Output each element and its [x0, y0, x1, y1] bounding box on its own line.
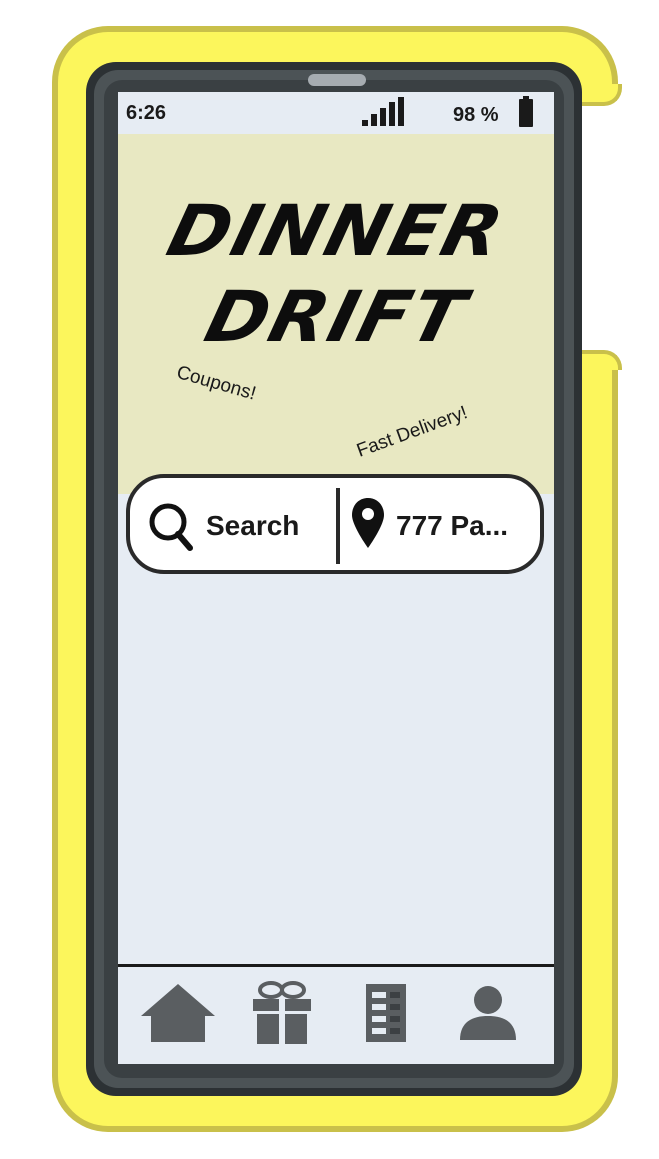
nav-orders-button[interactable]: [346, 979, 426, 1047]
location-pin-icon[interactable]: [350, 496, 386, 550]
signal-icon: [362, 97, 404, 126]
app-screen: 6:26 98 % DINNER DRIFT Coupons! Fast Del…: [118, 92, 554, 1064]
gift-icon: [253, 981, 311, 1044]
search-input[interactable]: Search: [206, 510, 299, 542]
home-icon: [141, 984, 215, 1042]
status-time: 6:26: [126, 102, 167, 124]
side-button-cutout: [574, 96, 659, 358]
phone-mockup: 6:26 98 % DINNER DRIFT Coupons! Fast Del…: [0, 0, 659, 1159]
nav-gifts-button[interactable]: [242, 979, 322, 1047]
nav-home-button[interactable]: [138, 979, 218, 1047]
status-bar: 6:26 98 %: [118, 92, 554, 134]
battery-percent: 98 %: [453, 104, 499, 126]
battery-icon: [519, 96, 533, 127]
brand-logo-line-2: DRIFT: [197, 276, 475, 358]
nav-profile-button[interactable]: [448, 979, 528, 1047]
delivery-address[interactable]: 777 Pa...: [396, 510, 508, 542]
speaker-grille: [308, 74, 366, 86]
search-bar-divider: [336, 488, 340, 564]
bottom-nav-bar: [118, 967, 554, 1064]
orders-icon: [366, 984, 406, 1042]
search-icon[interactable]: [148, 502, 194, 552]
profile-icon: [460, 986, 516, 1040]
search-location-bar[interactable]: Search 777 Pa...: [126, 474, 544, 574]
brand-logo-line-1: DINNER: [159, 190, 513, 272]
